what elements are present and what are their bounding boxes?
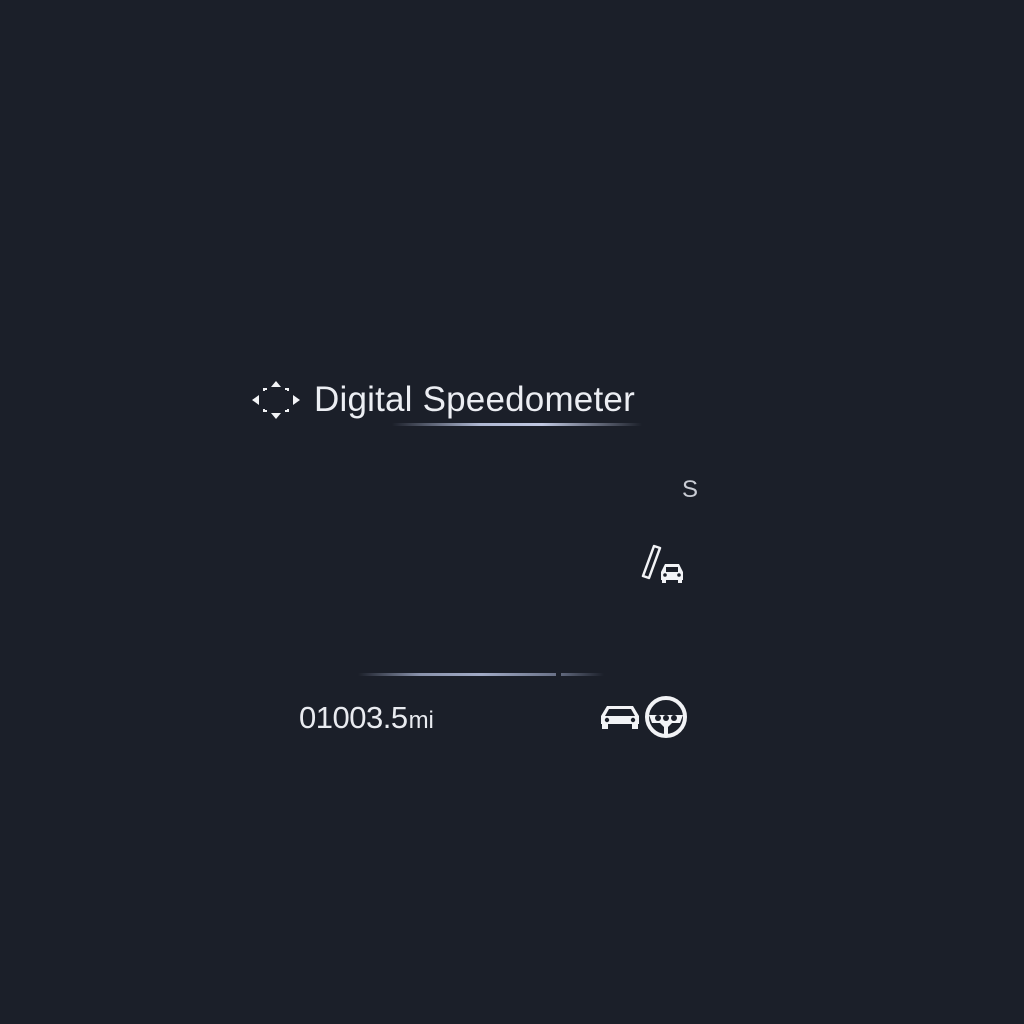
odometer-value: 01003.5 [299,700,408,735]
odometer: 01003.5 mi [299,700,434,736]
odometer-unit: mi [408,707,434,734]
lane-departure-icon [641,544,683,583]
gear-indicator: S [682,476,699,503]
page-title: Digital Speedometer [314,380,635,419]
car-icon [601,706,639,729]
divider-gap [556,672,561,677]
dpad-arrows-icon [252,381,300,419]
section-divider [358,673,604,676]
steering-wheel-icon [645,696,687,738]
menu-header: Digital Speedometer [250,378,635,422]
instrument-cluster-screen: Digital Speedometer S 01003.5 mi [0,0,1024,1024]
title-underline [392,423,642,426]
